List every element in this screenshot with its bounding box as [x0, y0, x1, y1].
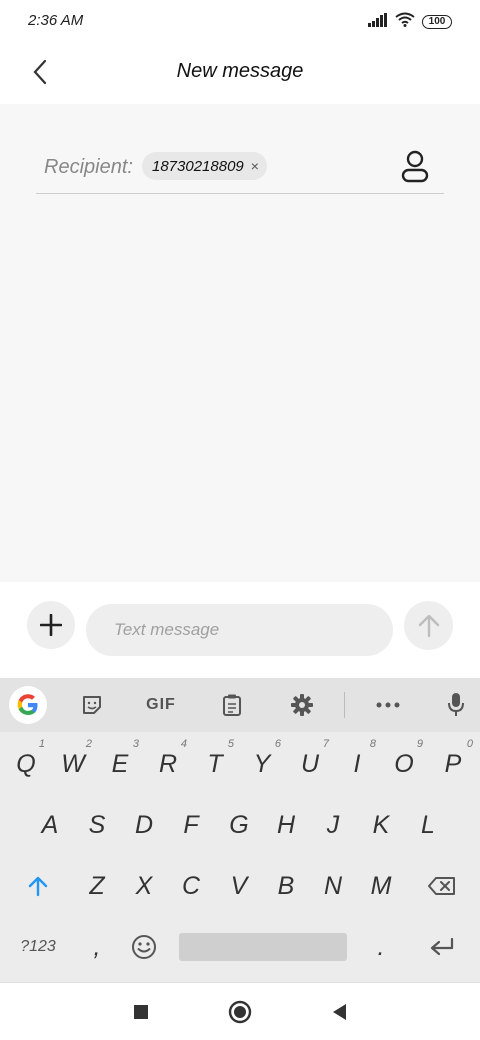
gear-icon[interactable]	[284, 686, 320, 724]
clipboard-icon[interactable]	[214, 686, 250, 724]
recipient-label: Recipient:	[44, 156, 133, 178]
key-c[interactable]: C	[168, 858, 214, 914]
key-t[interactable]: T5	[192, 736, 238, 792]
key-r[interactable]: R4	[145, 736, 191, 792]
person-icon	[401, 150, 429, 183]
send-button[interactable]	[404, 601, 453, 650]
home-button[interactable]	[225, 999, 255, 1025]
key-d[interactable]: D	[121, 797, 167, 853]
sticker-icon[interactable]	[74, 686, 110, 724]
page-title: New message	[176, 60, 304, 82]
key-n[interactable]: N	[310, 858, 356, 914]
recipient-chip-number: 18730218809	[152, 157, 244, 175]
gif-icon: GIF	[146, 696, 176, 713]
app-header: New message	[0, 44, 480, 104]
key-m[interactable]: M	[358, 858, 404, 914]
arrow-up-icon	[418, 614, 439, 637]
system-nav-bar	[0, 982, 480, 1040]
message-content-area: Recipient: 18730218809 ×	[0, 104, 480, 582]
key-z[interactable]: Z	[74, 858, 120, 914]
symbols-key[interactable]: ?123	[8, 919, 68, 975]
shift-key[interactable]	[8, 858, 68, 914]
contact-picker-button[interactable]	[400, 150, 430, 184]
keyboard-toolbar: GIF	[0, 678, 480, 732]
key-h[interactable]: H	[263, 797, 309, 853]
key-b[interactable]: B	[263, 858, 309, 914]
battery-icon: 100	[422, 15, 452, 29]
key-a[interactable]: A	[27, 797, 73, 853]
compose-bar	[0, 582, 480, 678]
gif-button[interactable]: GIF	[140, 686, 182, 724]
shift-arrow-icon	[28, 876, 48, 897]
key-g[interactable]: G	[216, 797, 262, 853]
key-q[interactable]: Q1	[3, 736, 49, 792]
status-bar: 2:36 AM 100	[0, 0, 480, 44]
add-attachment-button[interactable]	[27, 601, 75, 649]
enter-key[interactable]	[412, 919, 472, 975]
mic-icon[interactable]	[440, 686, 472, 724]
key-f[interactable]: F	[168, 797, 214, 853]
recipient-row: Recipient: 18730218809 ×	[36, 144, 444, 194]
backspace-icon	[428, 877, 455, 895]
key-j[interactable]: J	[310, 797, 356, 853]
back-nav-button[interactable]	[324, 999, 354, 1025]
triangle-back-icon	[333, 1004, 346, 1020]
status-time: 2:36 AM	[28, 12, 84, 29]
key-y[interactable]: Y6	[239, 736, 285, 792]
enter-icon	[430, 937, 454, 956]
key-w[interactable]: W2	[50, 736, 96, 792]
key-u[interactable]: U7	[287, 736, 333, 792]
period-key[interactable]: .	[358, 919, 404, 975]
key-k[interactable]: K	[358, 797, 404, 853]
key-l[interactable]: L	[405, 797, 451, 853]
emoji-icon	[132, 935, 156, 959]
message-input[interactable]	[86, 604, 393, 656]
more-icon[interactable]	[370, 686, 406, 724]
spacebar[interactable]	[179, 933, 347, 961]
circle-icon	[228, 1000, 252, 1024]
chip-close-icon[interactable]: ×	[251, 158, 259, 174]
key-o[interactable]: O9	[381, 736, 427, 792]
status-icons: 100	[368, 12, 452, 32]
key-p[interactable]: P0	[429, 736, 477, 792]
square-icon	[134, 1005, 148, 1019]
google-icon[interactable]	[9, 686, 47, 724]
wifi-icon	[395, 12, 415, 32]
comma-key[interactable]: ,	[74, 919, 120, 975]
backspace-key[interactable]	[412, 858, 472, 914]
toolbar-divider	[344, 692, 345, 718]
key-i[interactable]: I8	[334, 736, 380, 792]
recipient-chip[interactable]: 18730218809 ×	[142, 152, 267, 180]
key-v[interactable]: V	[216, 858, 262, 914]
recents-button[interactable]	[126, 999, 156, 1025]
keyboard: GIF Q 1 W 2 E 3 R 4 T 5 Y 6 U 7 I 8 O 9 …	[0, 678, 480, 982]
key-s[interactable]: S	[74, 797, 120, 853]
emoji-key[interactable]	[121, 919, 167, 975]
plus-icon	[40, 614, 62, 636]
key-x[interactable]: X	[121, 858, 167, 914]
signal-icon	[368, 12, 388, 32]
key-e[interactable]: E3	[97, 736, 143, 792]
